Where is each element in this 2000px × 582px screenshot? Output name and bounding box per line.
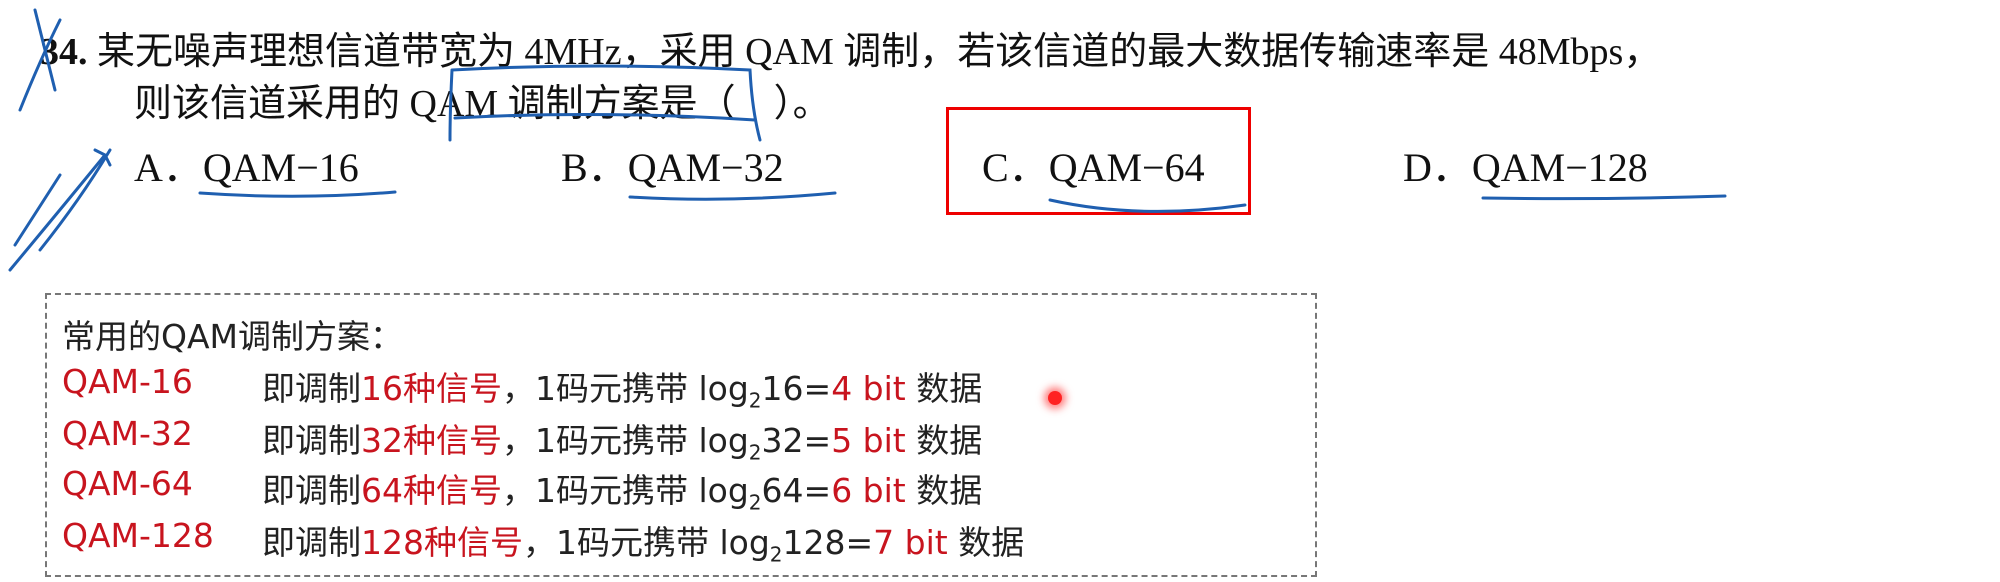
underline-b <box>628 191 837 201</box>
scheme-name: QAM-16 <box>62 362 193 401</box>
scheme-desc: 即调制16种信号，1码元携带 log216=4 bit 数据 <box>262 369 983 413</box>
note-title: 常用的QAM调制方案： <box>62 317 404 356</box>
underline-c <box>1048 198 1247 213</box>
scheme-name: QAM-64 <box>62 464 193 503</box>
scheme-desc: 即调制128种信号，1码元携带 log2128=7 bit 数据 <box>262 523 1025 567</box>
laser-pointer-dot <box>1048 391 1062 405</box>
scheme-desc: 即调制32种信号，1码元携带 log232=5 bit 数据 <box>262 421 983 465</box>
arrow-mark-icon <box>8 148 112 272</box>
scheme-name: QAM-128 <box>62 516 214 555</box>
scheme-desc: 即调制64种信号，1码元携带 log264=6 bit 数据 <box>262 471 983 515</box>
scheme-name: QAM-32 <box>62 414 193 453</box>
underline-d <box>1481 194 1727 201</box>
circled-text-mark <box>448 64 762 142</box>
underline-a <box>198 190 397 198</box>
